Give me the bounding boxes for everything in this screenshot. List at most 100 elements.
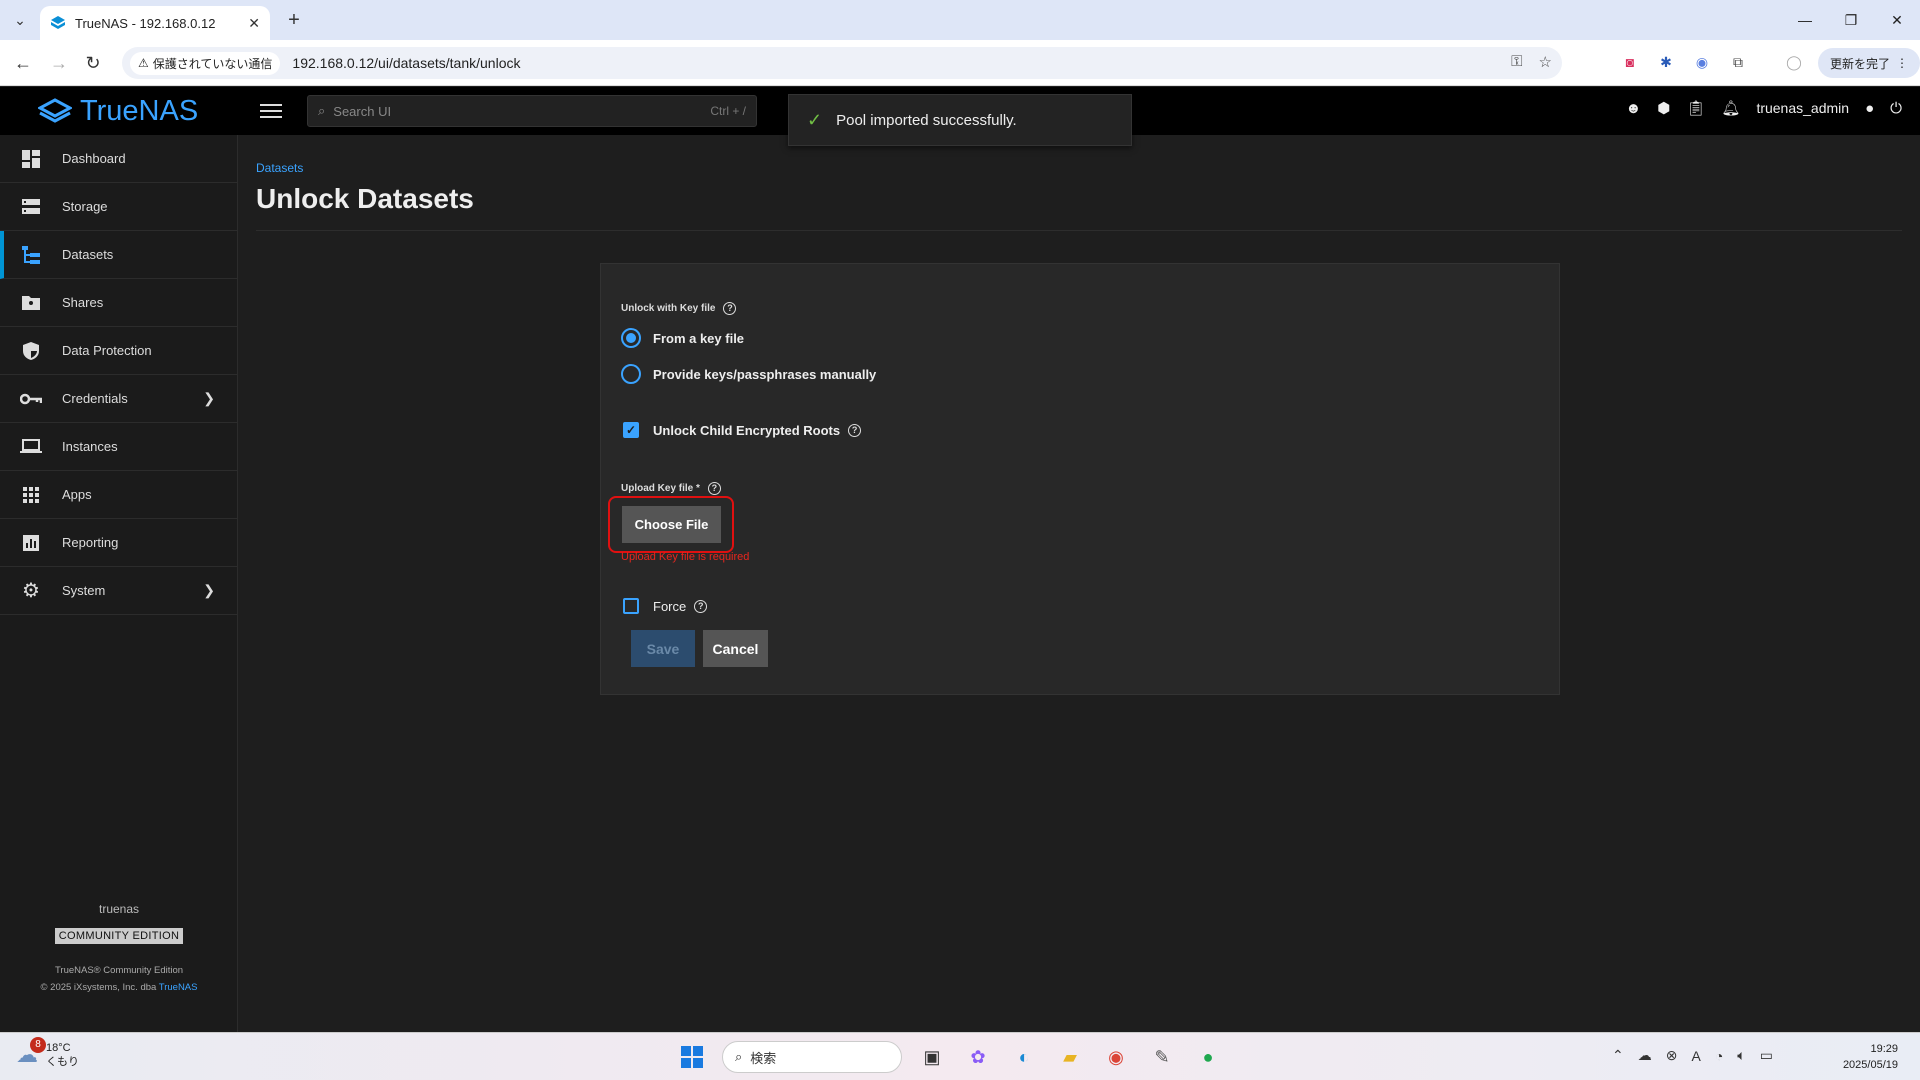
update-button[interactable]: 更新を完了 ⋮ bbox=[1818, 48, 1920, 78]
tab-title: TrueNAS - 192.168.0.12 bbox=[75, 15, 216, 31]
sidebar-item-data-protection[interactable]: Data Protection bbox=[0, 327, 237, 375]
laptop-icon bbox=[20, 439, 42, 454]
volume-icon[interactable]: 🔈︎ bbox=[1737, 1047, 1745, 1064]
browser-tab[interactable]: TrueNAS - 192.168.0.12 ✕ bbox=[40, 6, 270, 40]
file-explorer-icon[interactable]: ▰ bbox=[1054, 1041, 1086, 1073]
jobs-clipboard-icon[interactable]: 📋︎ bbox=[1686, 99, 1705, 117]
sidebar-item-system[interactable]: ⚙ System ❯ bbox=[0, 567, 237, 615]
page-title: Unlock Datasets bbox=[256, 183, 474, 214]
truecommand-icon[interactable]: ⬢ bbox=[1657, 99, 1670, 117]
sidebar-item-reporting[interactable]: Reporting bbox=[0, 519, 237, 567]
forward-button[interactable]: → bbox=[46, 50, 72, 76]
browser-tab-bar: ⌄ TrueNAS - 192.168.0.12 ✕ + — ❐ ✕ bbox=[0, 0, 1920, 40]
battery-icon[interactable]: ▭ bbox=[1760, 1047, 1773, 1064]
breadcrumb[interactable]: Datasets bbox=[256, 161, 303, 175]
extensions-puzzle-icon[interactable]: ⧉ bbox=[1728, 52, 1748, 72]
sidebar-item-instances[interactable]: Instances bbox=[0, 423, 237, 471]
extension-icon[interactable]: ✱ bbox=[1656, 52, 1676, 72]
choose-file-button[interactable]: Choose File bbox=[622, 506, 721, 543]
unlock-child-checkbox[interactable]: ✓ Unlock Child Encrypted Roots ? bbox=[623, 422, 862, 438]
start-windows-icon[interactable] bbox=[676, 1041, 708, 1073]
address-bar[interactable]: ⚠ 保護されていない通信 192.168.0.12/ui/datasets/ta… bbox=[122, 47, 1562, 79]
profile-avatar-icon[interactable]: ◯ bbox=[1784, 52, 1804, 72]
sidebar-item-label: Apps bbox=[62, 487, 92, 502]
feedback-smiley-icon[interactable]: ☻ bbox=[1625, 100, 1641, 117]
task-view-icon[interactable]: ▣ bbox=[916, 1041, 948, 1073]
cancel-button[interactable]: Cancel bbox=[703, 630, 768, 667]
datasets-tree-icon bbox=[20, 245, 42, 264]
copilot-icon[interactable]: ✿ bbox=[962, 1041, 994, 1073]
radio-from-key-file[interactable]: From a key file bbox=[621, 328, 744, 348]
username[interactable]: truenas_admin bbox=[1756, 100, 1849, 116]
window-close-button[interactable]: ✕ bbox=[1874, 6, 1920, 34]
minimize-button[interactable]: — bbox=[1782, 6, 1828, 34]
sidebar-item-label: Datasets bbox=[62, 247, 114, 262]
account-circle-icon[interactable]: ● bbox=[1865, 100, 1874, 117]
more-menu-icon: ⋮ bbox=[1896, 56, 1908, 70]
sidebar-item-dashboard[interactable]: Dashboard bbox=[0, 135, 237, 183]
search-shortcut: Ctrl + / bbox=[710, 104, 746, 118]
taskbar-search[interactable]: ⌕ 検索 bbox=[722, 1041, 902, 1073]
title-divider bbox=[256, 230, 1902, 231]
force-checkbox[interactable]: Force ? bbox=[623, 598, 708, 614]
ime-icon[interactable]: A bbox=[1691, 1048, 1700, 1064]
tray-app-icon[interactable]: ⊗ bbox=[1666, 1047, 1678, 1064]
notifications-bell-icon[interactable]: 🔔︎ bbox=[1721, 99, 1740, 117]
truenas-logo[interactable]: TrueNAS bbox=[38, 95, 198, 128]
dashboard-icon bbox=[20, 149, 42, 168]
restore-button[interactable]: ❐ bbox=[1828, 6, 1874, 34]
update-button-label: 更新を完了 bbox=[1830, 56, 1891, 71]
time: 19:29 bbox=[1870, 1043, 1898, 1055]
bookmark-star-icon[interactable]: ☆ bbox=[1539, 53, 1552, 71]
chrome-icon[interactable]: ◉ bbox=[1100, 1041, 1132, 1073]
wifi-icon[interactable]: ◔ bbox=[1715, 1048, 1723, 1064]
sidebar-item-shares[interactable]: Shares bbox=[0, 279, 237, 327]
reload-button[interactable]: ↻ bbox=[80, 50, 106, 76]
back-button[interactable]: ← bbox=[10, 50, 36, 76]
apps-grid-icon bbox=[20, 486, 42, 503]
menu-toggle-icon[interactable] bbox=[260, 101, 282, 121]
sidebar-item-credentials[interactable]: Credentials ❯ bbox=[0, 375, 237, 423]
tab-search-button[interactable]: ⌄ bbox=[8, 8, 32, 32]
hostname: truenas bbox=[98, 902, 140, 916]
tray-overflow-icon[interactable]: ⌃ bbox=[1612, 1047, 1624, 1064]
help-icon[interactable]: ? bbox=[848, 423, 862, 437]
security-label: 保護されていない通信 bbox=[152, 56, 273, 71]
tab-close-icon[interactable]: ✕ bbox=[248, 15, 260, 32]
checkbox-checked-icon: ✓ bbox=[623, 422, 639, 438]
edge-browser-icon[interactable]: ◐ bbox=[1008, 1041, 1040, 1073]
reporting-chart-icon bbox=[20, 534, 42, 551]
unlock-with-label: Unlock with Key file? bbox=[621, 302, 737, 315]
help-icon[interactable]: ? bbox=[723, 302, 737, 315]
clock[interactable]: 19:29 2025/05/19 bbox=[1843, 1041, 1898, 1073]
weather-widget[interactable]: ☁ 8 18°C くもり bbox=[16, 1037, 79, 1069]
search-input[interactable]: ⌕ Search UI Ctrl + / bbox=[307, 95, 757, 127]
check-icon: ✓ bbox=[807, 109, 823, 130]
security-indicator[interactable]: ⚠ 保護されていない通信 bbox=[130, 51, 281, 75]
taskbar-search-label: 検索 bbox=[750, 1050, 777, 1066]
browser-toolbar: ← → ↻ ⚠ 保護されていない通信 192.168.0.12/ui/datas… bbox=[0, 40, 1920, 86]
truenas-link[interactable]: TrueNAS bbox=[159, 982, 198, 993]
extension-search-icon[interactable]: ◉ bbox=[1692, 52, 1712, 72]
copyright: TrueNAS® Community Edition © 2025 iXsyst… bbox=[0, 962, 238, 996]
pocket-extension-icon[interactable]: ◙ bbox=[1620, 52, 1640, 72]
checkbox-label: Force bbox=[653, 598, 687, 614]
radio-provide-manually[interactable]: Provide keys/passphrases manually bbox=[621, 364, 876, 384]
sidebar-item-label: Dashboard bbox=[62, 151, 126, 166]
save-button[interactable]: Save bbox=[631, 630, 695, 667]
password-key-icon[interactable]: ⚿ bbox=[1511, 53, 1522, 71]
sidebar-item-storage[interactable]: Storage bbox=[0, 183, 237, 231]
upload-key-label: Upload Key file *? bbox=[621, 482, 721, 495]
new-tab-button[interactable]: + bbox=[282, 8, 306, 32]
sidebar-item-label: Storage bbox=[62, 199, 108, 214]
evernote-icon[interactable]: ● bbox=[1192, 1041, 1224, 1073]
sidebar-item-apps[interactable]: Apps bbox=[0, 471, 237, 519]
help-icon[interactable]: ? bbox=[707, 482, 721, 495]
notepad-icon[interactable]: ✎ bbox=[1146, 1041, 1178, 1073]
radio-unselected-icon bbox=[621, 364, 641, 384]
power-icon[interactable]: ⏻ bbox=[1890, 100, 1902, 117]
help-icon[interactable]: ? bbox=[694, 599, 708, 613]
sidebar-item-datasets[interactable]: Datasets bbox=[0, 231, 237, 279]
sidebar-item-label: Shares bbox=[62, 295, 104, 310]
onedrive-cloud-icon[interactable]: ☁ bbox=[1638, 1047, 1652, 1064]
